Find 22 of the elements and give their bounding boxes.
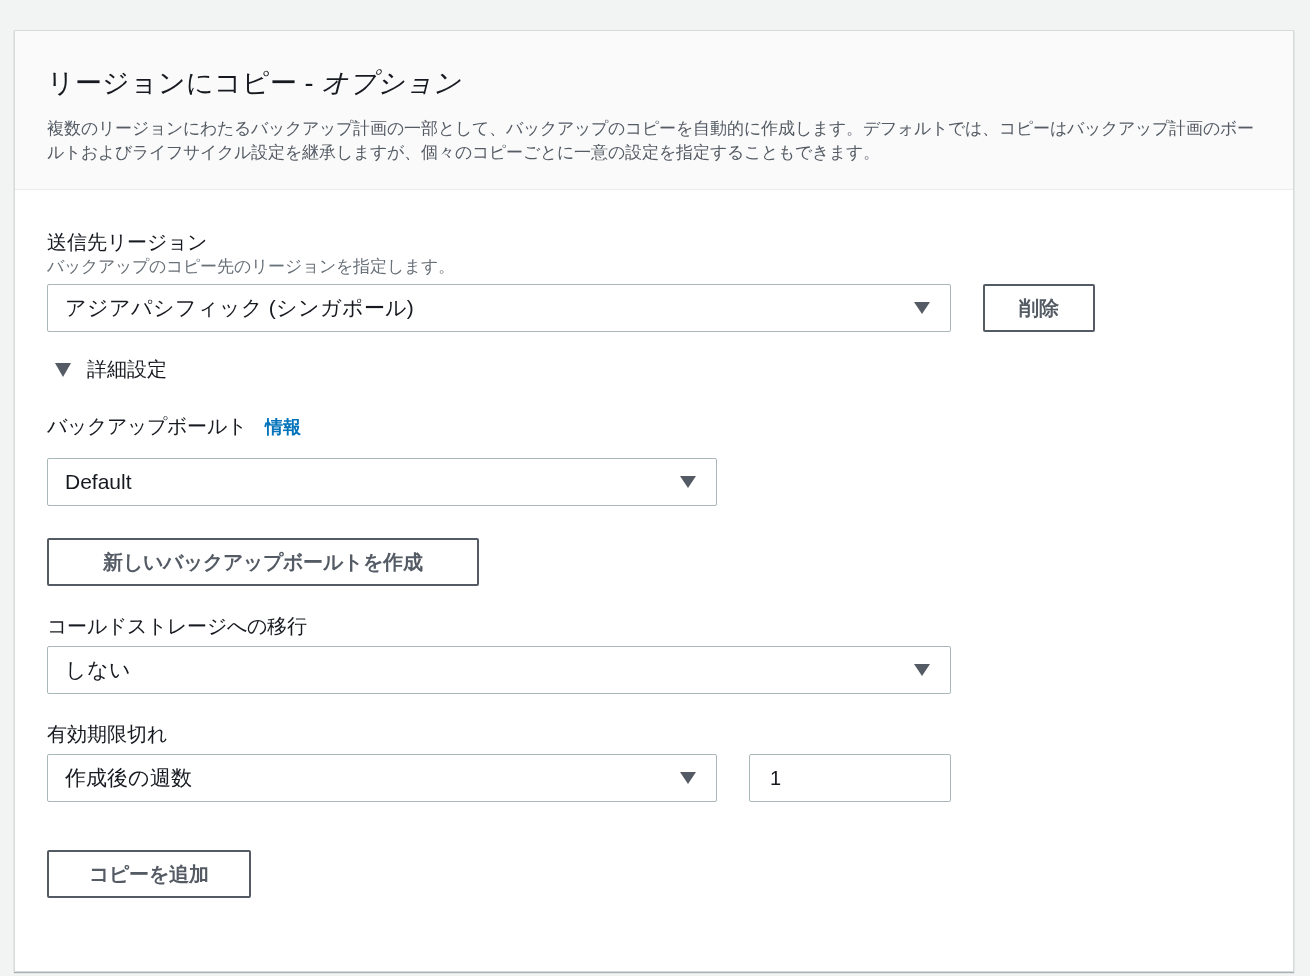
expiration-select[interactable]: 作成後の週数 bbox=[47, 754, 717, 802]
panel-title: リージョンにコピー - オプション bbox=[47, 67, 462, 100]
field-label: コールドストレージへの移行 bbox=[47, 614, 308, 639]
advanced-settings-toggle[interactable]: 詳細設定 bbox=[55, 356, 167, 383]
add-copy-button[interactable]: コピーを追加 bbox=[47, 850, 251, 898]
caret-icon bbox=[680, 772, 696, 784]
caret-icon bbox=[914, 302, 930, 314]
field-label: 送信先リージョン bbox=[47, 230, 208, 255]
field-label: 有効期限切れ bbox=[47, 722, 168, 747]
caret-icon bbox=[55, 362, 71, 377]
panel-description: 複数のリージョンにわたるバックアップ計画の一部として、バックアップのコピーを自動的に作成します。デフォルトでは、コピーはバックアップ計画のボールトおよびライフサイクル設定を継承しますが、個々のコピーごとに一意の設定を指定することもできます。 bbox=[47, 118, 1255, 164]
vault-select[interactable]: Default bbox=[47, 458, 717, 506]
caret-icon bbox=[914, 664, 930, 676]
remove-button[interactable]: 削除 bbox=[983, 284, 1095, 332]
caret-icon bbox=[680, 476, 696, 488]
amount-input[interactable]: 1 bbox=[749, 754, 951, 802]
info-link[interactable]: 情報 bbox=[265, 414, 301, 439]
create-vault-button[interactable]: 新しいバックアップボールトを作成 bbox=[47, 538, 479, 586]
cold-storage-select[interactable]: しない bbox=[47, 646, 951, 694]
region-select[interactable]: アジアパシフィック (シンガポール) bbox=[47, 284, 951, 332]
field-hint: バックアップのコピー先のリージョンを指定します。 bbox=[47, 256, 456, 278]
field-label: バックアップボールト bbox=[47, 414, 247, 439]
